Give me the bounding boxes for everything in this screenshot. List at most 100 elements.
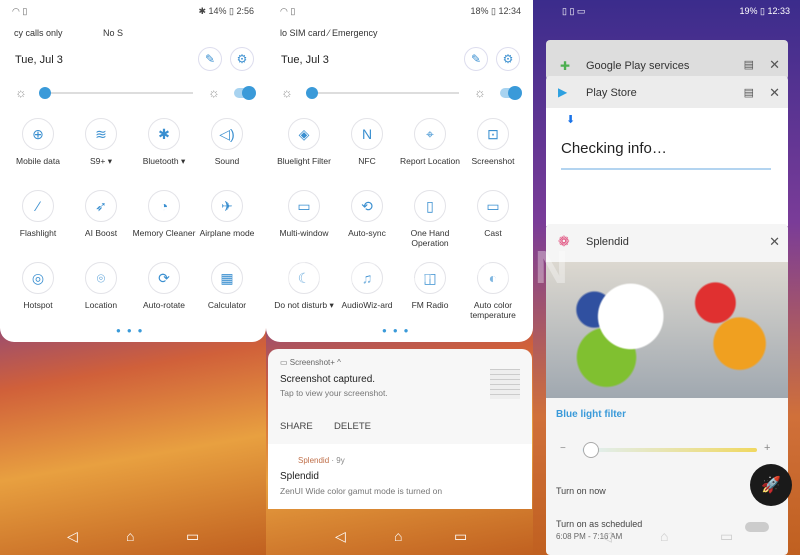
recents-button[interactable]: ▭: [454, 528, 467, 545]
quick-settings-panel-1: ◠ ▯ ✱ 14% ▯ 2:56 cy calls only No S Tue,…: [0, 0, 266, 342]
play-store-icon: ▶: [558, 85, 568, 99]
boost-rocket-button[interactable]: 🚀: [750, 464, 792, 506]
recents-button[interactable]: ▭: [720, 528, 733, 545]
brightness-slider[interactable]: [311, 92, 459, 94]
tile-label: Location: [84, 300, 118, 310]
tile-airplane-mode[interactable]: ✈ Airplane mode: [195, 190, 259, 238]
tile-memory-cleaner[interactable]: ◔ Memory Cleaner: [132, 190, 196, 238]
download-icon: ⬇: [566, 114, 576, 126]
lock-icon[interactable]: ▤: [744, 86, 754, 99]
tile-auto-rotate[interactable]: ⟳ Auto-rotate: [132, 262, 196, 310]
brightness-slider[interactable]: [45, 92, 193, 94]
tile-icon: ▭: [477, 190, 509, 222]
recents-button[interactable]: ▭: [186, 528, 199, 545]
tile-icon: ▯: [414, 190, 446, 222]
tile-label: Do not disturb ▾: [274, 300, 334, 310]
home-button[interactable]: ⌂: [394, 528, 402, 544]
recent-card-splendid[interactable]: ❁ Splendid ✕ Blue light filter − + Turn …: [546, 224, 788, 555]
close-icon[interactable]: ✕: [769, 234, 780, 250]
turn-on-now-label: Turn on now: [556, 486, 606, 496]
scheduled-toggle[interactable]: [745, 522, 769, 532]
progress-bar: [561, 168, 771, 170]
tile-bluetooth[interactable]: ✱ Bluetooth ▾: [132, 118, 196, 166]
tile-label: Auto-sync: [348, 228, 386, 238]
tile-s9[interactable]: ≋ S9+ ▾: [69, 118, 133, 166]
tile-report-location[interactable]: ⌖ Report Location: [398, 118, 462, 166]
delete-button[interactable]: DELETE: [334, 421, 371, 432]
blue-light-slider-knob[interactable]: [582, 442, 599, 458]
tile-nfc[interactable]: N NFC: [335, 118, 399, 166]
tile-label: Report Location: [399, 156, 460, 166]
recent-title: Splendid: [586, 236, 629, 248]
tile-label: Auto color temperature: [470, 300, 516, 320]
recent-card[interactable]: ✚ Google Play services ▤ ✕: [546, 40, 788, 80]
carrier-text: lo SIM card ⁄ Emergency: [280, 28, 378, 38]
lock-icon[interactable]: ▤: [744, 58, 754, 71]
tile-icon: ⟳: [148, 262, 180, 294]
brightness-knob[interactable]: [39, 87, 51, 99]
carrier-text: No S: [103, 28, 124, 38]
watermark: MOBIGYAAN: [270, 241, 570, 293]
back-button[interactable]: ◁: [335, 528, 346, 545]
tile-flashlight[interactable]: ⁄ Flashlight: [6, 190, 70, 238]
fruit-bowl-image: [546, 262, 788, 398]
gear-icon[interactable]: ⚙: [496, 47, 520, 71]
tile-label: S9+ ▾: [90, 156, 112, 166]
tile-label: FM Radio: [411, 300, 449, 310]
edit-icon[interactable]: ✎: [464, 47, 488, 71]
brightness-icon: ☼: [15, 85, 27, 100]
tile-multi-window[interactable]: ▭ Multi-window: [272, 190, 336, 238]
minus-button[interactable]: −: [560, 443, 566, 454]
tile-icon: ◔: [148, 190, 180, 222]
home-button[interactable]: ⌂: [126, 528, 134, 544]
notification-app: Screenshot+ ^: [289, 358, 341, 367]
tile-label: Calculator: [207, 300, 247, 310]
tile-calculator[interactable]: ▦ Calculator: [195, 262, 259, 310]
status-bar-right: ✱ 14% ▯ 2:56: [198, 5, 254, 16]
tile-icon: ✱: [148, 118, 180, 150]
screenshot-thumbnail[interactable]: [490, 369, 520, 399]
gear-icon[interactable]: ⚙: [230, 47, 254, 71]
close-icon[interactable]: ✕: [769, 57, 780, 73]
auto-brightness-icon: ☼: [474, 85, 486, 100]
tile-icon: ⌖: [414, 118, 446, 150]
tile-ai-boost[interactable]: ➶ AI Boost: [69, 190, 133, 238]
notification-text: ZenUI Wide color gamut mode is turned on: [280, 486, 443, 496]
edit-icon[interactable]: ✎: [198, 47, 222, 71]
back-button[interactable]: ◁: [601, 528, 612, 545]
auto-brightness-toggle[interactable]: [234, 86, 256, 100]
tile-screenshot[interactable]: ⊡ Screenshot: [461, 118, 525, 166]
auto-brightness-toggle[interactable]: [500, 86, 522, 100]
blue-light-slider[interactable]: [582, 448, 757, 452]
tile-location[interactable]: ⌾ Location: [69, 262, 133, 310]
home-button[interactable]: ⌂: [660, 528, 668, 544]
tile-hotspot[interactable]: ◎ Hotspot: [6, 262, 70, 310]
notification-screenshot[interactable]: ▭ Screenshot+ ^ Screenshot captured. Tap…: [268, 349, 532, 509]
tile-label: AI Boost: [84, 228, 118, 238]
close-icon[interactable]: ✕: [769, 85, 780, 101]
tile-bluelight-filter[interactable]: ◈ Bluelight Filter: [272, 118, 336, 166]
tile-label: Screenshot: [471, 156, 515, 166]
status-bar-right: 18% ▯ 12:34: [470, 5, 522, 16]
tile-auto-sync[interactable]: ⟲ Auto-sync: [335, 190, 399, 238]
tile-sound[interactable]: ◁) Sound: [195, 118, 259, 166]
tile-icon: ▭: [288, 190, 320, 222]
date: Tue, Jul 3: [281, 54, 329, 66]
tile-icon: ⁄: [22, 190, 54, 222]
tile-label: Cast: [484, 228, 502, 238]
notification-splendid[interactable]: Splendid · 9y Splendid ZenUI Wide color …: [268, 444, 532, 509]
status-icons-left: ▯ ▯ ▭: [562, 5, 586, 16]
tile-label: Hotspot: [23, 300, 53, 310]
tile-label: Airplane mode: [199, 228, 255, 238]
share-button[interactable]: SHARE: [280, 421, 313, 432]
tile-mobile-data[interactable]: ⊕ Mobile data: [6, 118, 70, 166]
tile-label: AudioWiz-ard: [341, 300, 393, 310]
plus-button[interactable]: +: [764, 442, 770, 454]
tile-cast[interactable]: ▭ Cast: [461, 190, 525, 238]
back-button[interactable]: ◁: [67, 528, 78, 545]
tile-icon: ◎: [22, 262, 54, 294]
notification-app: Splendid: [298, 456, 330, 465]
recent-card[interactable]: ▶ Play Store ▤ ✕ ⬇ Checking info…: [546, 76, 788, 226]
brightness-knob[interactable]: [306, 87, 318, 99]
tile-label: Auto-rotate: [142, 300, 186, 310]
